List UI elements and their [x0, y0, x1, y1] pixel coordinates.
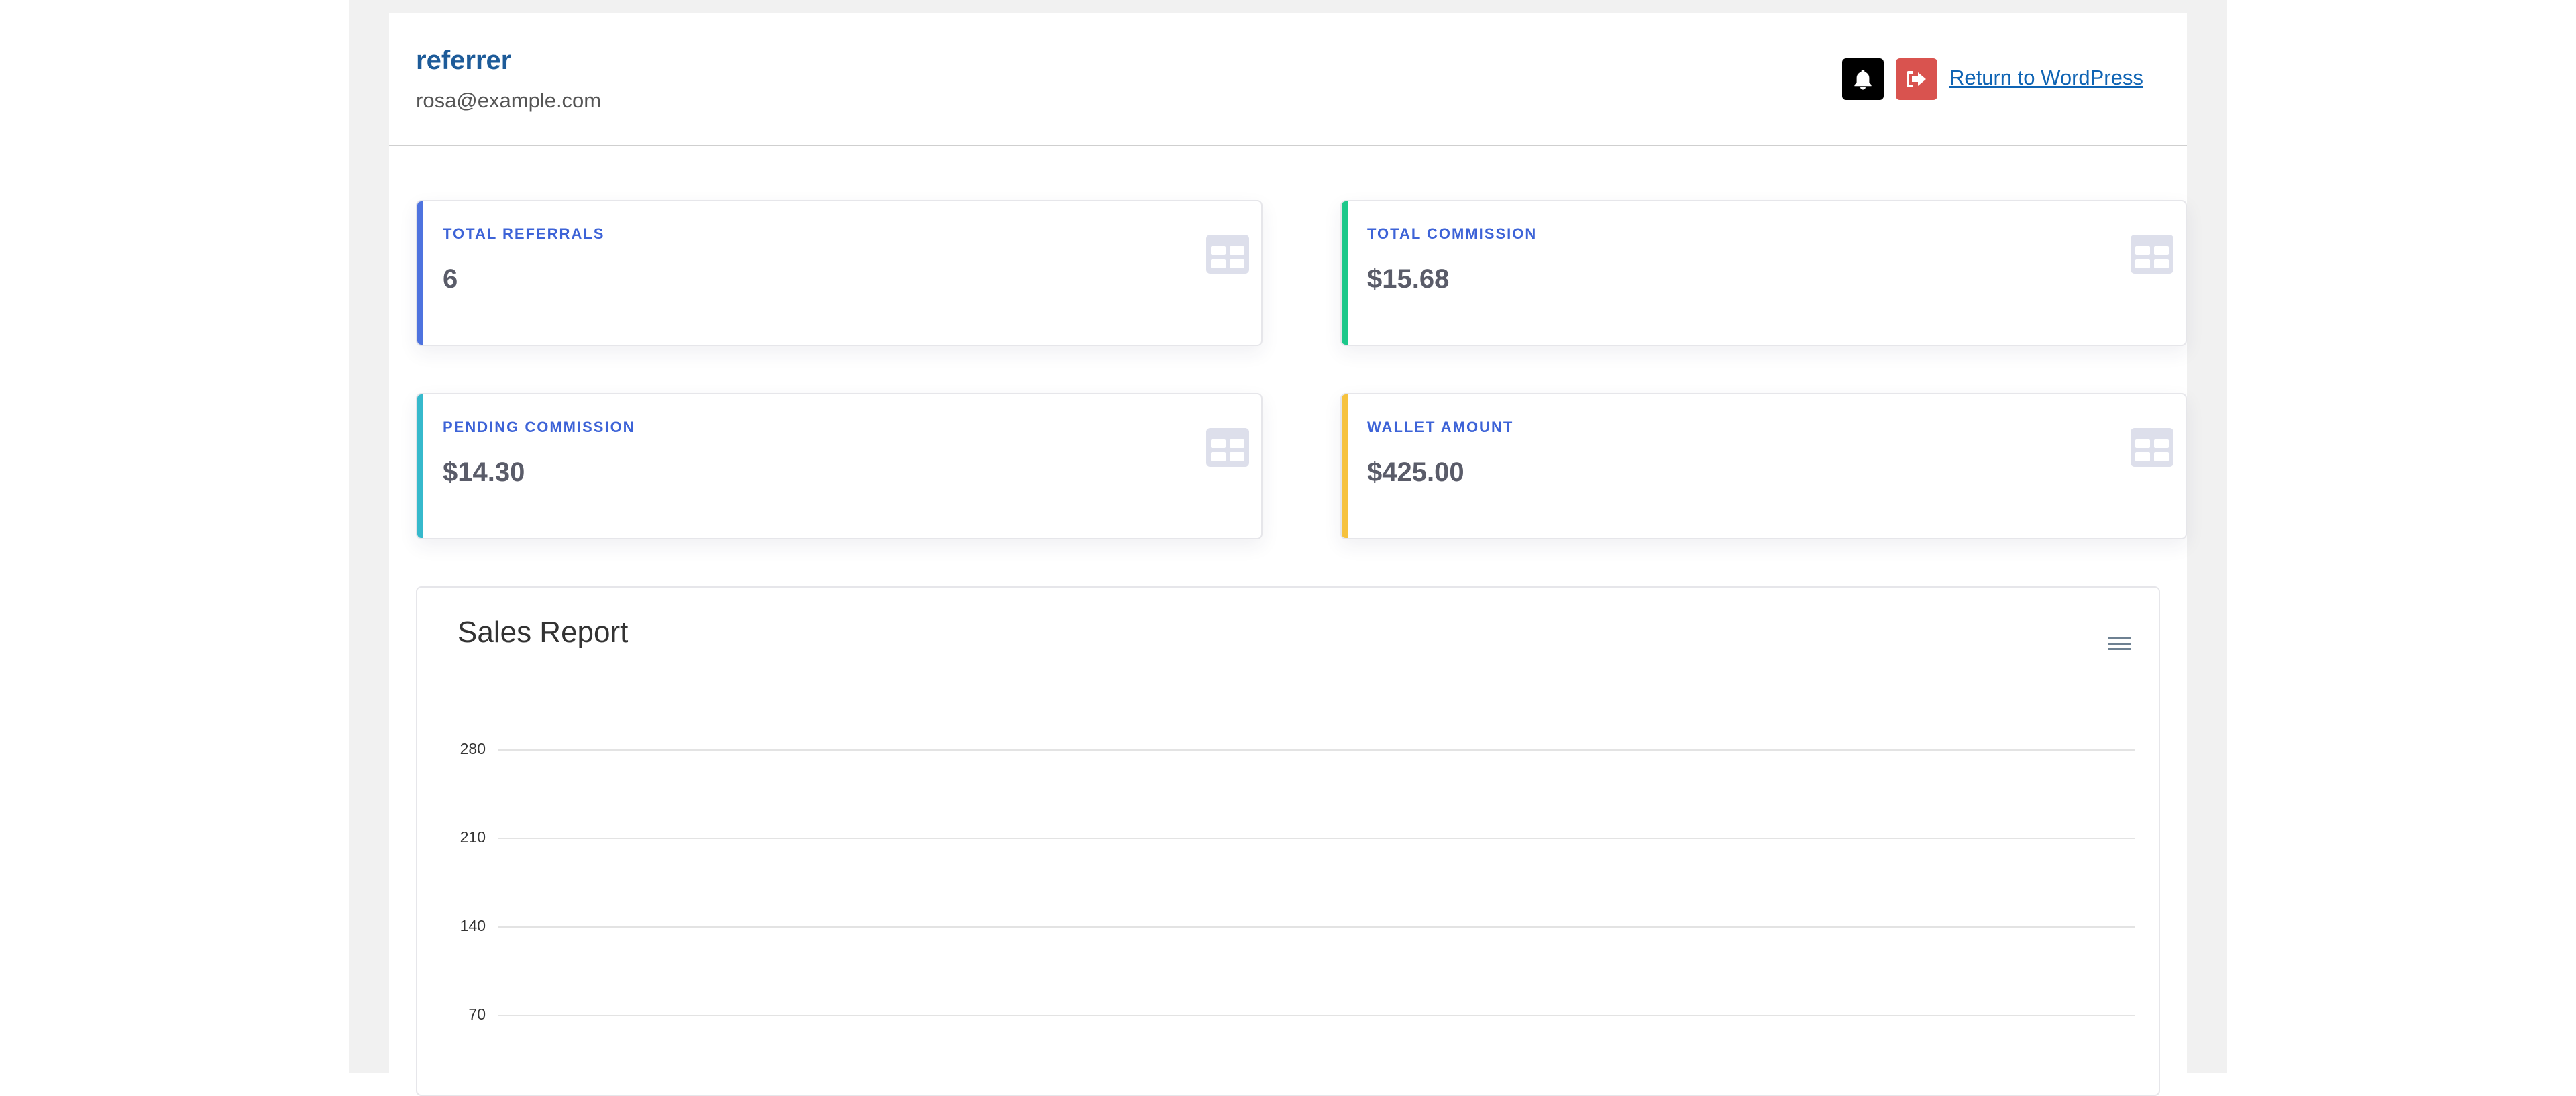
card-accent-stripe — [417, 201, 423, 345]
card-value: $425.00 — [1367, 457, 1464, 487]
y-tick-label: 70 — [468, 1005, 486, 1023]
table-icon — [2131, 235, 2174, 274]
return-to-wordpress-link[interactable]: Return to WordPress — [1949, 66, 2143, 90]
user-name: referrer — [416, 46, 512, 75]
y-tick-label: 140 — [460, 917, 486, 934]
logout-button[interactable] — [1896, 58, 1937, 100]
pending-commission-card: PENDING COMMISSION $14.30 — [416, 393, 1263, 539]
total-commission-card: TOTAL COMMISSION $15.68 — [1340, 200, 2187, 346]
card-accent-stripe — [1342, 201, 1348, 345]
user-email: rosa@example.com — [416, 89, 602, 112]
total-referrals-card: TOTAL REFERRALS 6 — [416, 200, 1263, 346]
card-value: 6 — [443, 264, 458, 294]
table-icon — [1206, 235, 1249, 274]
card-label: WALLET AMOUNT — [1367, 419, 1514, 435]
y-tick-label: 280 — [460, 740, 486, 757]
sales-report-card: Sales Report 280 210 140 70 — [416, 586, 2160, 1096]
card-value: $15.68 — [1367, 264, 1450, 294]
notifications-button[interactable] — [1842, 58, 1884, 100]
page-background: referrer rosa@example.com Return to Word… — [349, 0, 2227, 1096]
card-label: PENDING COMMISSION — [443, 419, 635, 435]
sales-chart: 280 210 140 70 — [460, 740, 2135, 1023]
table-icon — [1206, 428, 1249, 467]
card-value: $14.30 — [443, 457, 525, 487]
card-accent-stripe — [1342, 394, 1348, 538]
y-tick-label: 210 — [460, 828, 486, 846]
dashboard-header: referrer rosa@example.com Return to Word… — [389, 13, 2187, 146]
sign-out-icon — [1907, 71, 1926, 87]
table-icon — [2131, 428, 2174, 467]
card-label: TOTAL COMMISSION — [1367, 225, 1538, 242]
bell-icon — [1854, 70, 1872, 90]
card-label: TOTAL REFERRALS — [443, 225, 605, 242]
dashboard-panel: referrer rosa@example.com Return to Word… — [389, 13, 2187, 1096]
wallet-amount-card: WALLET AMOUNT $425.00 — [1340, 393, 2187, 539]
card-accent-stripe — [417, 394, 423, 538]
